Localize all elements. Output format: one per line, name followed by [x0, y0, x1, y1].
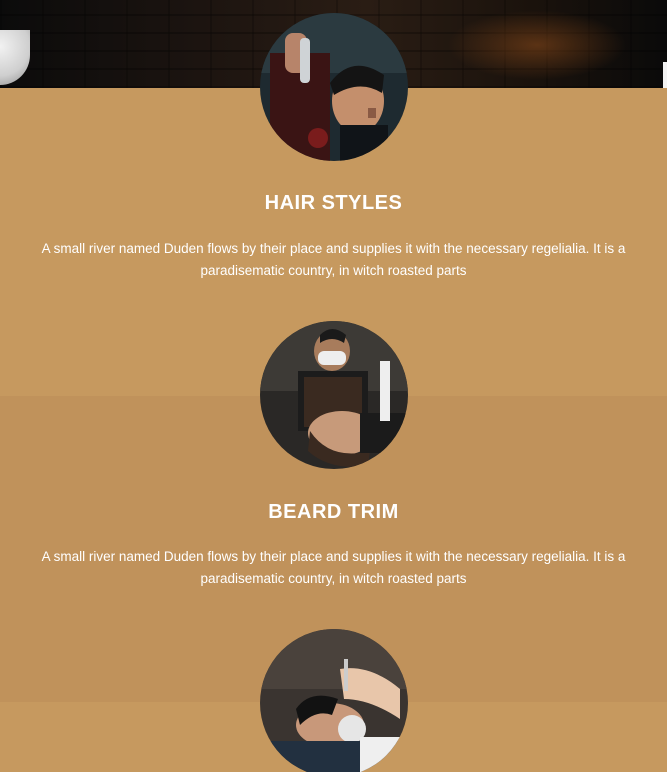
- hair-styling-photo: [260, 13, 408, 161]
- service-title-hair-styles: HAIR STYLES: [264, 192, 403, 214]
- service-description-hair-styles: A small river named Duden flows by their…: [41, 241, 626, 278]
- services-page: HAIR STYLES A small river named Duden fl…: [0, 0, 667, 772]
- service-title-beard-trim: BEARD TRIM: [268, 501, 399, 523]
- shaving-photo: [260, 629, 408, 772]
- beard-trim-photo: [260, 321, 408, 469]
- service-description-beard-trim: A small river named Duden flows by their…: [41, 549, 626, 586]
